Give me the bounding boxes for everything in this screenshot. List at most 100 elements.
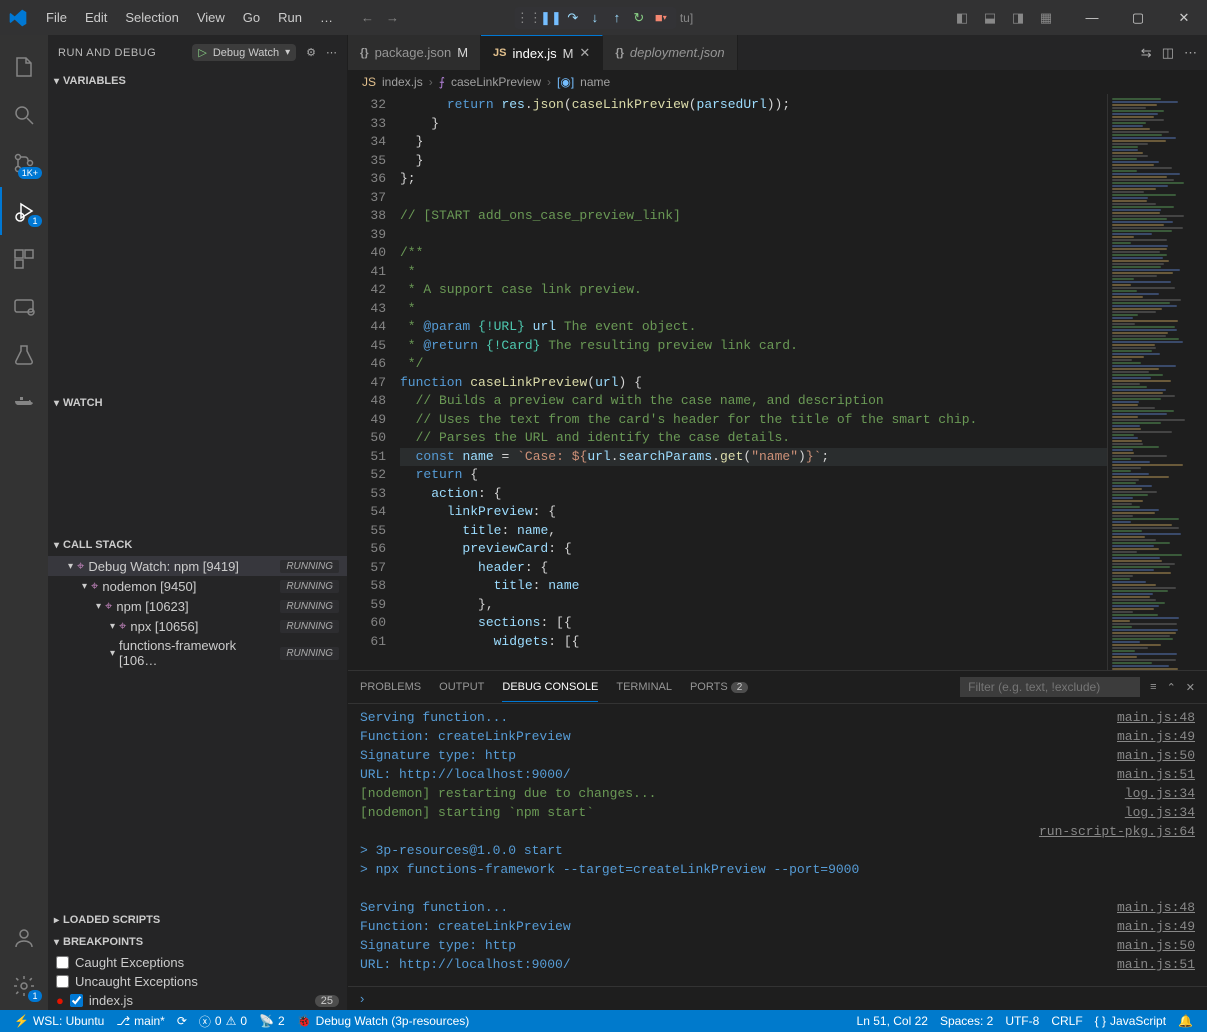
- debug-config-selector[interactable]: ▷ Debug Watch ▾: [192, 44, 296, 61]
- gear-icon[interactable]: ⚙: [306, 46, 316, 59]
- restart-icon[interactable]: ↻: [630, 9, 648, 27]
- activity-explorer[interactable]: [0, 43, 48, 91]
- console-source-link[interactable]: log.js:34: [1125, 803, 1195, 822]
- nav-back-icon[interactable]: ←: [361, 10, 374, 25]
- more-icon[interactable]: ⋯: [326, 46, 337, 59]
- filter-icon[interactable]: ≡: [1150, 681, 1156, 693]
- menu-selection[interactable]: Selection: [117, 6, 186, 29]
- crumb[interactable]: name: [580, 75, 610, 89]
- status-debug[interactable]: 🐞 Debug Watch (3p-resources): [291, 1014, 476, 1028]
- stop-icon[interactable]: ■▾: [652, 9, 670, 27]
- status-notifications-icon[interactable]: 🔔: [1172, 1014, 1199, 1028]
- activity-testing[interactable]: [0, 331, 48, 379]
- activity-debug[interactable]: 1: [0, 187, 48, 235]
- nav-forward-icon[interactable]: →: [386, 10, 399, 25]
- window-minimize-icon[interactable]: —: [1069, 0, 1115, 35]
- chevron-down-icon[interactable]: ▾: [285, 47, 290, 58]
- more-icon[interactable]: ⋯: [1184, 45, 1197, 61]
- checkbox[interactable]: [56, 956, 69, 969]
- breadcrumb[interactable]: JS index.js › ⨍ caseLinkPreview › [◉] na…: [348, 70, 1207, 94]
- status-remote[interactable]: ⚡ WSL: Ubuntu: [8, 1014, 110, 1028]
- layout-right-icon[interactable]: ◨: [1005, 5, 1031, 31]
- play-icon[interactable]: ▷: [198, 46, 206, 59]
- checkbox[interactable]: [56, 975, 69, 988]
- status-eol[interactable]: CRLF: [1045, 1014, 1088, 1028]
- menu-view[interactable]: View: [189, 6, 233, 29]
- window-close-icon[interactable]: ✕: [1161, 0, 1207, 35]
- activity-accounts[interactable]: [0, 914, 48, 962]
- editor[interactable]: 3233343536373839404142434445464748495051…: [348, 94, 1207, 670]
- callstack-item[interactable]: ▾⌖npm [10623]RUNNING: [48, 596, 347, 616]
- tab-deployment-json[interactable]: {}deployment.json: [603, 35, 737, 70]
- callstack-item[interactable]: ▾⌖npx [10656]RUNNING: [48, 616, 347, 636]
- console-source-link[interactable]: log.js:34: [1125, 784, 1195, 803]
- section-loadedscripts[interactable]: ▸ LOADED SCRIPTS: [48, 909, 347, 931]
- section-callstack[interactable]: ▾ CALL STACK: [48, 534, 347, 556]
- layout-left-icon[interactable]: ◧: [949, 5, 975, 31]
- menu-edit[interactable]: Edit: [77, 6, 115, 29]
- tab-output[interactable]: OUTPUT: [439, 673, 484, 701]
- code-area[interactable]: return res.json(caseLinkPreview(parsedUr…: [400, 94, 1107, 670]
- close-icon[interactable]: ✕: [1186, 681, 1195, 694]
- filter-input[interactable]: [960, 677, 1140, 697]
- pause-icon[interactable]: ❚❚: [542, 9, 560, 27]
- status-encoding[interactable]: UTF-8: [999, 1014, 1045, 1028]
- breakpoint-file[interactable]: ● index.js 25: [48, 991, 347, 1010]
- checkbox[interactable]: [70, 994, 83, 1007]
- activity-scm[interactable]: 1K+: [0, 139, 48, 187]
- tab-debug-console[interactable]: DEBUG CONSOLE: [502, 673, 598, 702]
- status-spaces[interactable]: Spaces: 2: [934, 1014, 999, 1028]
- tab-ports[interactable]: PORTS 2: [690, 673, 748, 701]
- activity-remote[interactable]: [0, 283, 48, 331]
- menu-run[interactable]: Run: [270, 6, 310, 29]
- activity-extensions[interactable]: [0, 235, 48, 283]
- crumb[interactable]: index.js: [382, 75, 423, 89]
- minimap[interactable]: [1107, 94, 1207, 670]
- crumb[interactable]: caseLinkPreview: [451, 75, 541, 89]
- console-source-link[interactable]: main.js:50: [1117, 936, 1195, 955]
- console-source-link[interactable]: run-script-pkg.js:64: [1039, 822, 1195, 841]
- close-icon[interactable]: ✕: [579, 45, 590, 61]
- debug-console-input[interactable]: ›: [348, 986, 1207, 1010]
- breakpoint-caught[interactable]: Caught Exceptions: [48, 953, 347, 972]
- console-source-link[interactable]: main.js:49: [1117, 917, 1195, 936]
- status-branch[interactable]: ⎇ main*: [110, 1014, 171, 1028]
- menu-more[interactable]: …: [312, 6, 341, 29]
- section-breakpoints[interactable]: ▾ BREAKPOINTS: [48, 931, 347, 953]
- status-sync[interactable]: ⟳: [171, 1014, 193, 1028]
- debug-console-output[interactable]: Serving function...main.js:48Function: c…: [348, 704, 1207, 986]
- compare-icon[interactable]: ⇆: [1141, 45, 1152, 61]
- section-variables[interactable]: ▾ VARIABLES: [48, 70, 347, 92]
- activity-settings[interactable]: 1: [0, 962, 48, 1010]
- drag-handle-icon[interactable]: ⋮⋮: [520, 9, 538, 27]
- callstack-item[interactable]: ▾⌖nodemon [9450]RUNNING: [48, 576, 347, 596]
- activity-search[interactable]: [0, 91, 48, 139]
- activity-docker[interactable]: [0, 379, 48, 427]
- tab-terminal[interactable]: TERMINAL: [616, 673, 672, 701]
- customize-layout-icon[interactable]: ▦: [1033, 5, 1059, 31]
- menu-go[interactable]: Go: [235, 6, 268, 29]
- step-into-icon[interactable]: ↓: [586, 9, 604, 27]
- console-source-link[interactable]: main.js:51: [1117, 765, 1195, 784]
- console-source-link[interactable]: main.js:49: [1117, 727, 1195, 746]
- tab-package-json[interactable]: {}package.jsonM: [348, 35, 481, 70]
- menu-file[interactable]: File: [38, 6, 75, 29]
- console-source-link[interactable]: main.js:51: [1117, 955, 1195, 974]
- split-icon[interactable]: ◫: [1162, 45, 1174, 61]
- console-source-link[interactable]: main.js:48: [1117, 708, 1195, 727]
- section-watch[interactable]: ▾ WATCH: [48, 392, 347, 414]
- tab-problems[interactable]: PROBLEMS: [360, 673, 421, 701]
- status-ports[interactable]: 📡 2: [253, 1014, 291, 1028]
- step-out-icon[interactable]: ↑: [608, 9, 626, 27]
- status-errors[interactable]: ⓧ 0 ⚠ 0: [193, 1013, 253, 1030]
- layout-bottom-icon[interactable]: ⬓: [977, 5, 1003, 31]
- console-source-link[interactable]: main.js:48: [1117, 898, 1195, 917]
- window-maximize-icon[interactable]: ▢: [1115, 0, 1161, 35]
- callstack-item[interactable]: ▾functions-framework [106…RUNNING: [48, 636, 347, 670]
- breakpoint-uncaught[interactable]: Uncaught Exceptions: [48, 972, 347, 991]
- tab-index-js[interactable]: JSindex.jsM✕: [481, 35, 603, 70]
- status-lang[interactable]: { } JavaScript: [1089, 1014, 1172, 1028]
- chevron-up-icon[interactable]: ⌃: [1167, 681, 1176, 694]
- status-position[interactable]: Ln 51, Col 22: [851, 1014, 934, 1028]
- callstack-item[interactable]: ▾⌖Debug Watch: npm [9419]RUNNING: [48, 556, 347, 576]
